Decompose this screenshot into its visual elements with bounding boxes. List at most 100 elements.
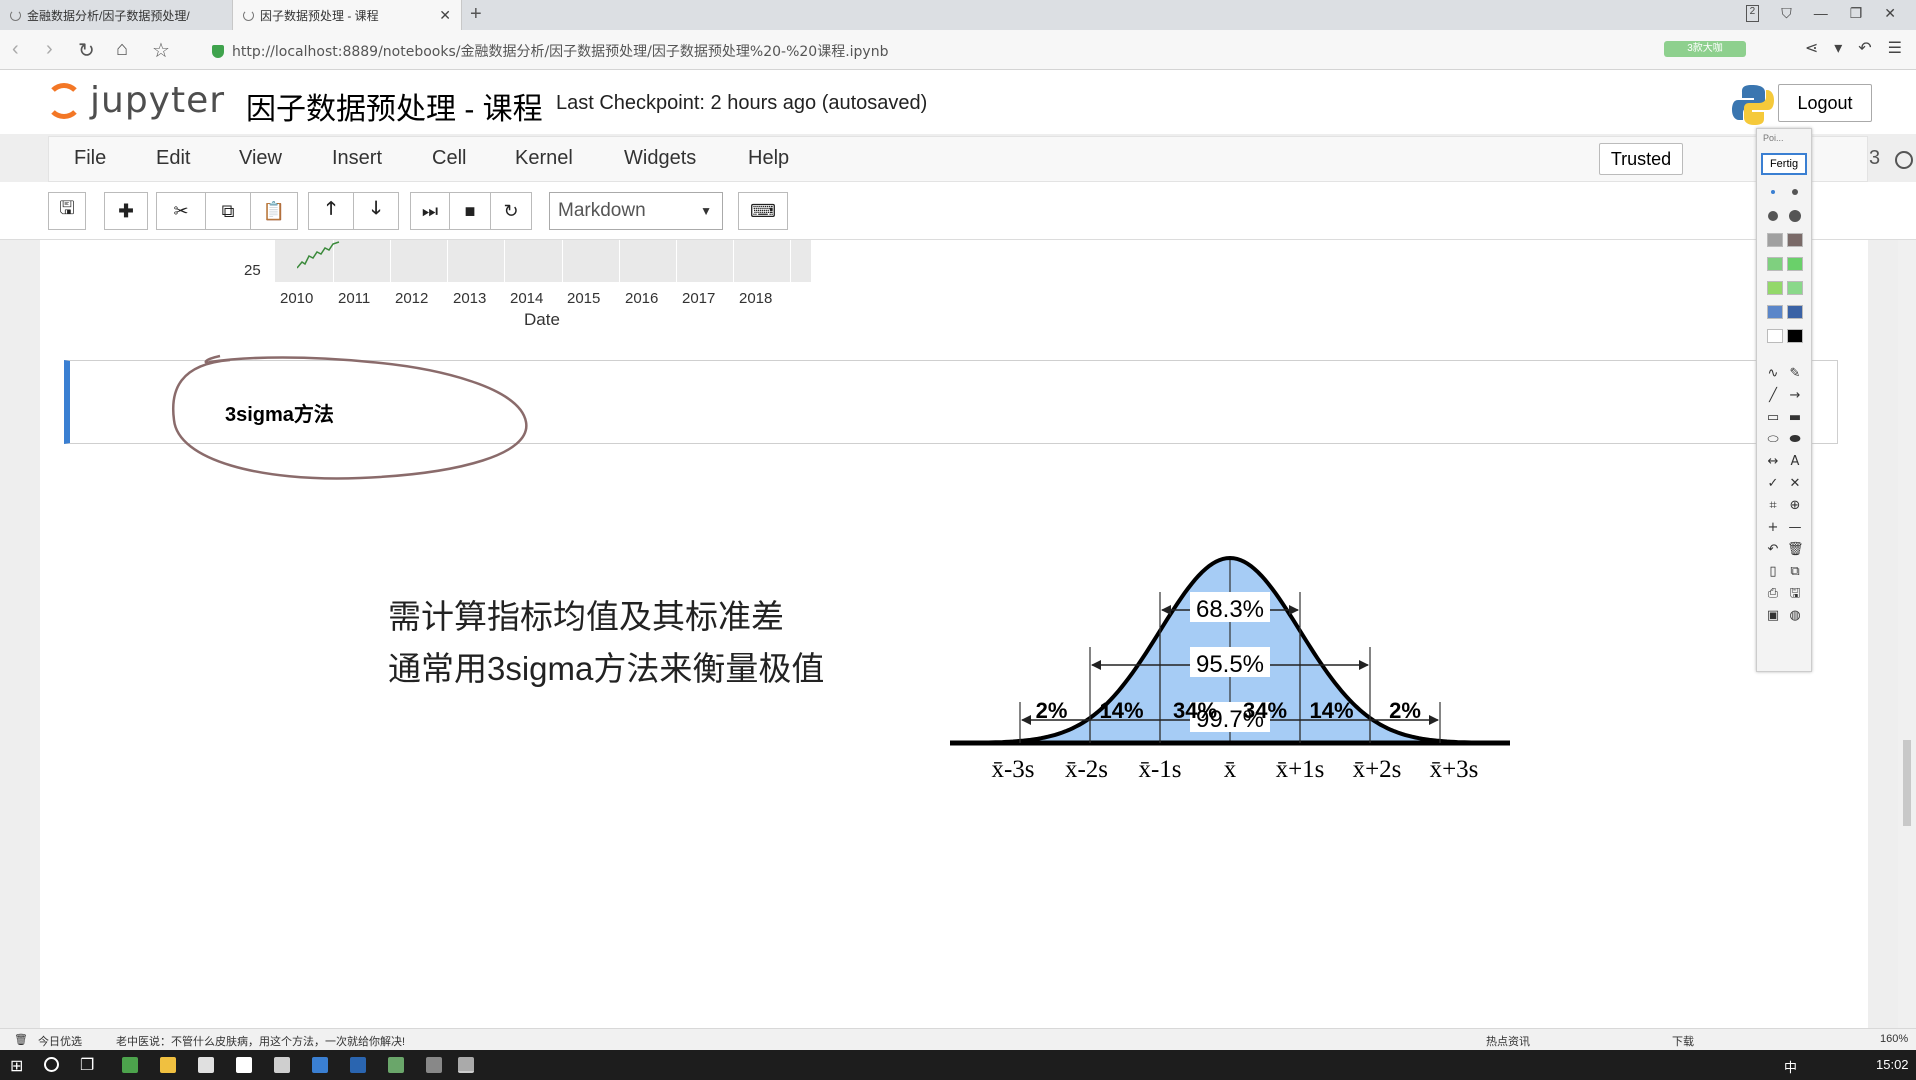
undo-icon[interactable]: ↶: [1858, 38, 1871, 58]
new-page-icon[interactable]: ▯: [1765, 565, 1781, 579]
menu-file[interactable]: File: [74, 147, 106, 170]
reload-icon[interactable]: ↻: [78, 38, 95, 63]
home-icon[interactable]: ⌂: [116, 38, 128, 61]
app-icon-active[interactable]: [458, 1057, 474, 1073]
trash-icon[interactable]: 🗑: [1787, 543, 1804, 557]
screenshot-icon[interactable]: ▣: [1765, 609, 1781, 623]
copy-icon[interactable]: ⧉: [1787, 565, 1803, 579]
menu-kernel[interactable]: Kernel: [515, 147, 573, 170]
text-tool-icon[interactable]: A: [1787, 455, 1803, 469]
paste-button[interactable]: 📋: [250, 192, 298, 230]
eraser-icon[interactable]: ✎: [1787, 367, 1803, 381]
menu-help[interactable]: Help: [748, 147, 789, 170]
dot-small-icon[interactable]: [1771, 190, 1775, 194]
plus-icon[interactable]: +: [470, 3, 482, 26]
menu-edit[interactable]: Edit: [156, 147, 190, 170]
color-white-icon[interactable]: [1767, 329, 1783, 343]
windows-start-icon[interactable]: ⊞: [10, 1056, 23, 1076]
plus-icon[interactable]: +: [1765, 521, 1781, 535]
color-black-icon[interactable]: [1787, 329, 1803, 343]
kernel-name[interactable]: 3: [1869, 147, 1880, 170]
arrow-right-icon[interactable]: →: [1787, 389, 1803, 403]
globe-icon[interactable]: ◍: [1787, 609, 1803, 623]
line-icon[interactable]: ╱: [1765, 389, 1781, 403]
copy-button[interactable]: ⧉: [205, 192, 251, 230]
share-icon[interactable]: ⋖: [1805, 38, 1818, 58]
status-left-label[interactable]: 今日优选: [38, 1033, 82, 1049]
done-button[interactable]: Fertig: [1761, 153, 1807, 175]
ime-indicator[interactable]: 中: [1784, 1057, 1797, 1076]
minus-icon[interactable]: —: [1787, 521, 1803, 535]
save-button[interactable]: 🖫: [48, 192, 86, 230]
zoom-level[interactable]: 160%: [1880, 1033, 1908, 1045]
back-icon[interactable]: ‹: [12, 38, 19, 61]
star-icon[interactable]: ☆: [152, 38, 170, 63]
vscode-icon[interactable]: [350, 1057, 366, 1073]
close-window-icon[interactable]: ✕: [1884, 5, 1896, 22]
hot-news-label[interactable]: 热点资讯: [1486, 1033, 1530, 1049]
notebook-title[interactable]: 因子数据预处理 - 课程: [246, 84, 543, 128]
cell-type-select[interactable]: Markdown ▼: [549, 192, 723, 230]
print-icon[interactable]: ⎙: [1765, 587, 1781, 601]
trash-icon[interactable]: 🗑: [14, 1033, 28, 1046]
check-icon[interactable]: ✓: [1765, 477, 1781, 491]
color-green-icon[interactable]: [1787, 257, 1803, 271]
dot-large-icon[interactable]: [1768, 211, 1778, 221]
dot-xlarge-icon[interactable]: [1789, 210, 1801, 222]
download-label[interactable]: 下载: [1672, 1033, 1694, 1049]
menu-cell[interactable]: Cell: [432, 147, 466, 170]
command-palette-button[interactable]: ⌨: [738, 192, 788, 230]
status-ad-text[interactable]: 老中医说：不管什么皮肤病，用这个方法，一次就给你解决!: [116, 1033, 405, 1049]
extensions-icon[interactable]: ▾: [1834, 38, 1842, 58]
menu-view[interactable]: View: [239, 147, 282, 170]
app-icon[interactable]: [426, 1057, 442, 1073]
undo-icon[interactable]: ↶: [1765, 543, 1781, 557]
forward-icon[interactable]: ›: [46, 38, 53, 61]
browser-tab-active[interactable]: 因子数据预处理 - 课程 ✕: [232, 0, 462, 30]
color-navy-icon[interactable]: [1787, 305, 1803, 319]
clock[interactable]: 15:02: [1876, 1057, 1909, 1072]
restore-icon[interactable]: ❐: [1850, 5, 1863, 22]
color-bright-green-icon[interactable]: [1787, 281, 1803, 295]
ellipse-icon[interactable]: ⬭: [1765, 433, 1781, 447]
shirt-icon[interactable]: ⛉: [1781, 5, 1792, 22]
search-icon[interactable]: [44, 1057, 59, 1072]
filled-rectangle-icon[interactable]: ▬: [1787, 411, 1803, 425]
extension-badge[interactable]: 3款大咖: [1664, 41, 1746, 57]
color-gray-icon[interactable]: [1767, 233, 1783, 247]
cross-icon[interactable]: ✕: [1787, 477, 1803, 491]
url-field[interactable]: http://localhost:8889/notebooks/金融数据分析/因…: [212, 41, 888, 61]
dot-medium-icon[interactable]: [1792, 189, 1798, 195]
freehand-pen-icon[interactable]: ∿: [1765, 367, 1781, 381]
terminal-icon[interactable]: [274, 1057, 290, 1073]
minimize-icon[interactable]: —: [1814, 5, 1828, 22]
move-down-button[interactable]: 🡓: [353, 192, 399, 230]
page-scrollbar[interactable]: [1898, 240, 1916, 1028]
scrollbar-thumb[interactable]: [1903, 740, 1911, 826]
move-up-button[interactable]: 🡑: [308, 192, 354, 230]
interrupt-button[interactable]: ■: [449, 192, 491, 230]
color-light-green-icon[interactable]: [1767, 257, 1783, 271]
filled-ellipse-icon[interactable]: ⬬: [1787, 433, 1803, 447]
close-tab-icon[interactable]: ✕: [439, 7, 451, 24]
chrome-icon[interactable]: [198, 1057, 214, 1073]
run-button[interactable]: ⏭: [410, 192, 450, 230]
menu-insert[interactable]: Insert: [332, 147, 382, 170]
color-lime-icon[interactable]: [1767, 281, 1783, 295]
zoom-icon[interactable]: ⊕: [1787, 499, 1803, 513]
double-arrow-icon[interactable]: ↔: [1765, 455, 1781, 469]
menu-icon[interactable]: ☰: [1888, 38, 1902, 58]
browser-tab[interactable]: 金融数据分析/因子数据预处理/: [0, 0, 232, 30]
color-blue-icon[interactable]: [1767, 305, 1783, 319]
rectangle-icon[interactable]: ▭: [1765, 411, 1781, 425]
tab-counter[interactable]: 2: [1745, 5, 1760, 22]
notepad-icon[interactable]: [236, 1057, 252, 1073]
folder-icon[interactable]: [160, 1057, 176, 1073]
cut-button[interactable]: ✂: [156, 192, 206, 230]
task-view-icon[interactable]: ❐: [80, 1055, 94, 1075]
browser-app-icon[interactable]: [122, 1057, 138, 1073]
shield-app-icon[interactable]: [312, 1057, 328, 1073]
crop-icon[interactable]: ⌗: [1765, 499, 1781, 513]
save-icon[interactable]: 🖫: [1787, 587, 1803, 601]
jupyter-logo[interactable]: jupyter: [46, 80, 225, 121]
